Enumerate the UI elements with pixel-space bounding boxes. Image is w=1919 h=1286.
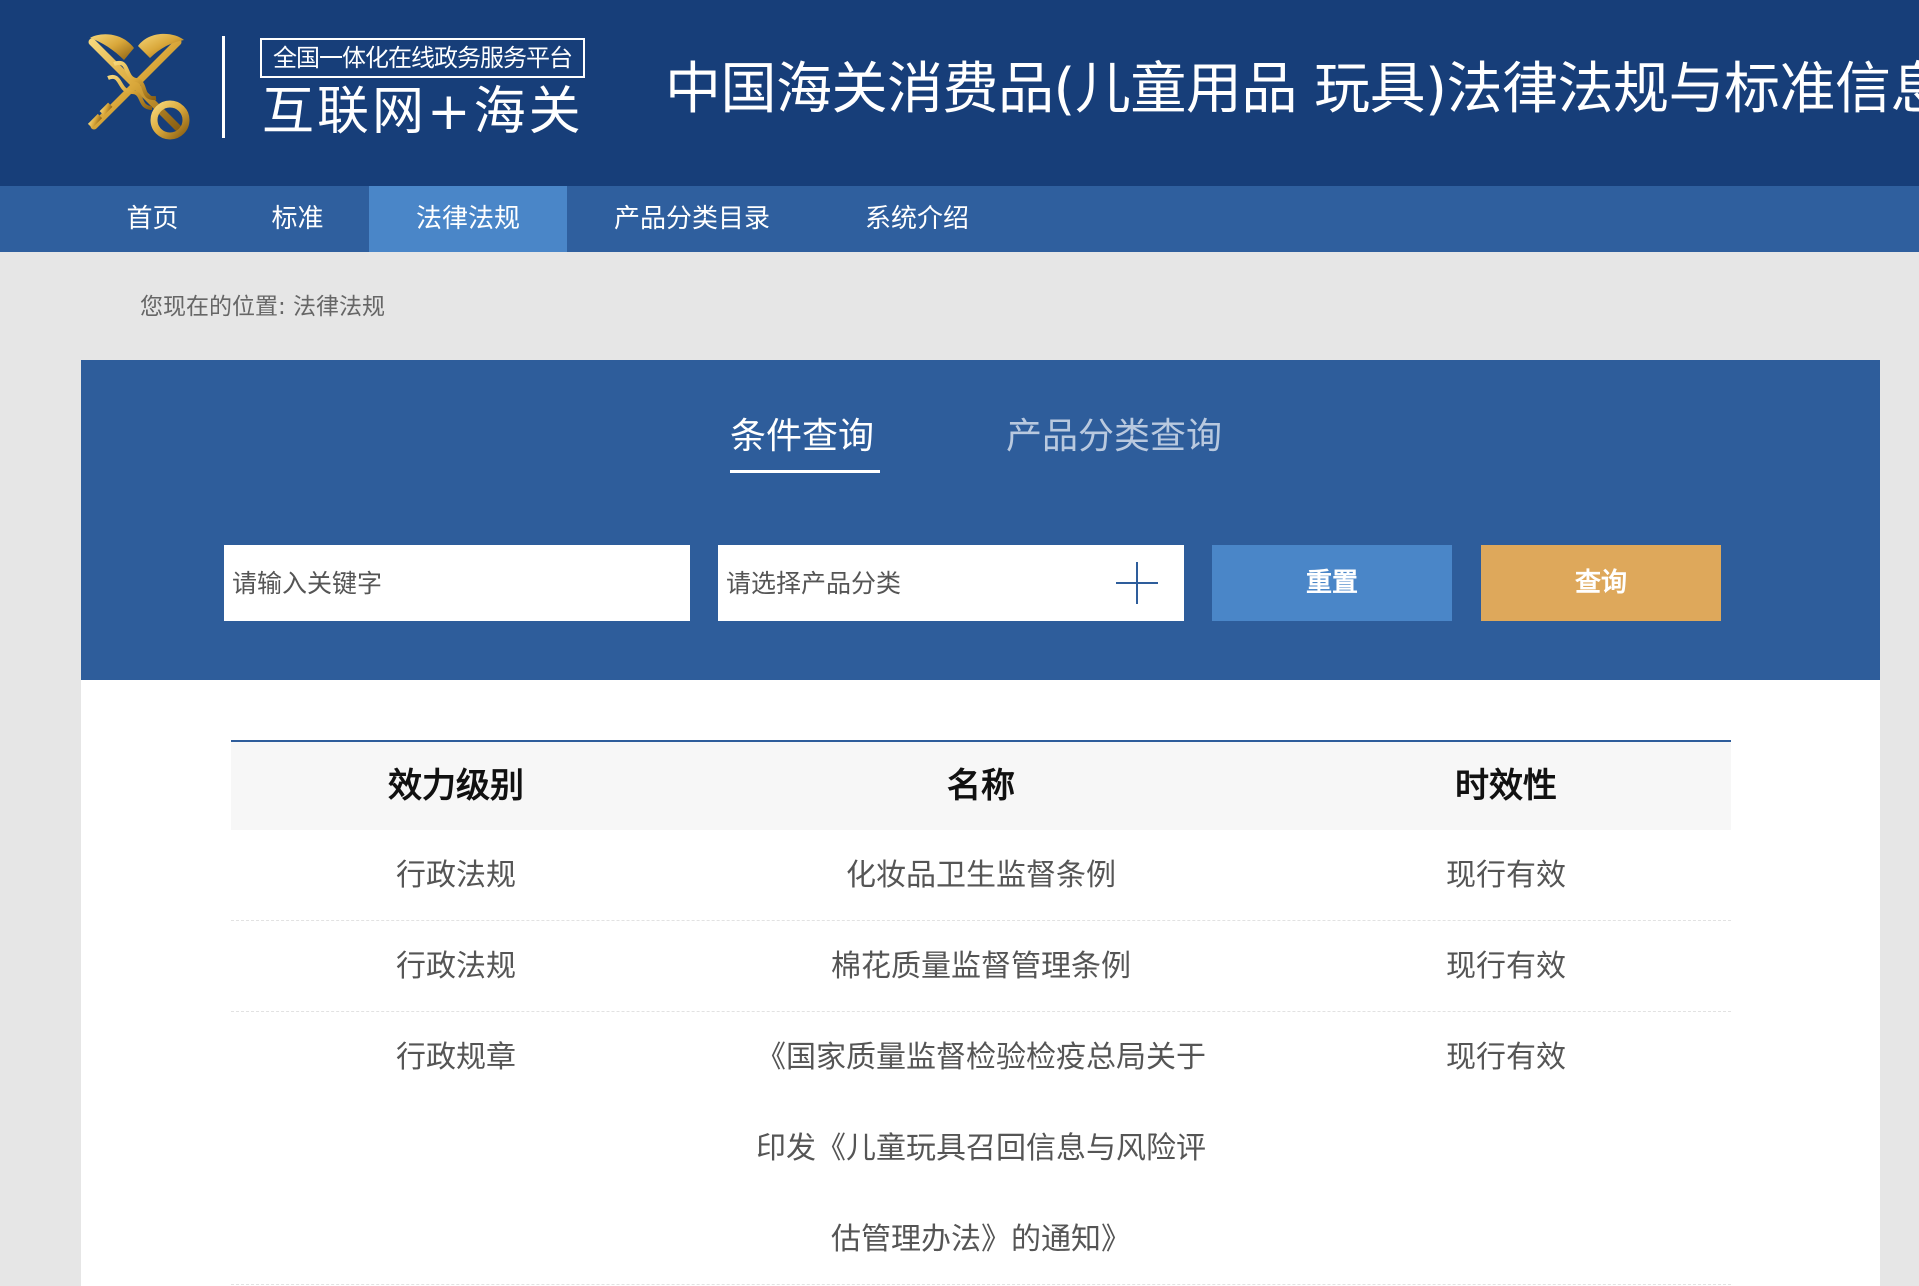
search-panel: 条件查询 产品分类查询 重置 查询 [81, 360, 1880, 680]
tab-condition-search[interactable]: 条件查询 [730, 412, 874, 462]
results-area: 效力级别 名称 时效性 行政法规 化妆品卫生监督条例 现行有效 行政法规 棉花质… [81, 680, 1880, 1286]
keyword-field [224, 545, 690, 621]
table-row[interactable]: 行政法规 化妆品卫生监督条例 现行有效 [231, 830, 1731, 921]
header-divider [222, 36, 225, 138]
row-status: 现行有效 [1446, 1040, 1566, 1075]
table-header: 效力级别 名称 时效性 [231, 740, 1731, 830]
site-title: 中国海关消费品(儿童用品 玩具)法律法规与标准信息 [665, 57, 1919, 122]
platform-subtitle: 互联网+海关 [262, 82, 584, 142]
row-level: 行政规章 [396, 1040, 516, 1075]
table-row[interactable]: 行政规章 《国家质量监督检验检疫总局关于印发《儿童玩具召回信息与风险评估管理办法… [231, 1012, 1731, 1285]
row-name-link[interactable]: 《国家质量监督检验检疫总局关于印发《儿童玩具召回信息与风险评估管理办法》的通知》 [681, 1012, 1281, 1285]
column-header-level: 效力级别 [388, 766, 524, 806]
active-tab-underline [730, 470, 880, 473]
row-status: 现行有效 [1446, 858, 1566, 893]
row-status: 现行有效 [1446, 949, 1566, 984]
row-level: 行政法规 [396, 949, 516, 984]
breadcrumb: 您现在的位置: 法律法规 [140, 294, 386, 320]
row-level: 行政法规 [396, 858, 516, 893]
category-input[interactable] [718, 545, 1184, 621]
tab-product-category-search[interactable]: 产品分类查询 [1006, 412, 1222, 462]
nav-item-laws[interactable]: 法律法规 [369, 186, 567, 252]
category-field [718, 545, 1184, 621]
platform-name: 全国一体化在线政务服务平台 [260, 38, 585, 78]
nav-item-standards[interactable]: 标准 [240, 186, 355, 252]
nav-item-system-intro[interactable]: 系统介绍 [842, 186, 992, 252]
column-header-status: 时效性 [1455, 766, 1557, 806]
results-table: 效力级别 名称 时效性 行政法规 化妆品卫生监督条例 现行有效 行政法规 棉花质… [231, 740, 1731, 1285]
column-header-name: 名称 [947, 766, 1015, 806]
nav-item-product-catalog[interactable]: 产品分类目录 [592, 186, 792, 252]
row-name-link[interactable]: 化妆品卫生监督条例 [681, 830, 1281, 921]
query-button[interactable]: 查询 [1481, 545, 1721, 621]
reset-button[interactable]: 重置 [1212, 545, 1452, 621]
nav-item-home[interactable]: 首页 [95, 186, 210, 252]
table-row[interactable]: 行政法规 棉花质量监督管理条例 现行有效 [231, 921, 1731, 1012]
main-nav: 首页 标准 法律法规 产品分类目录 系统介绍 [0, 186, 1919, 252]
row-name-link[interactable]: 棉花质量监督管理条例 [681, 921, 1281, 1012]
customs-emblem-icon [87, 33, 190, 140]
keyword-input[interactable] [224, 545, 690, 621]
site-header: 全国一体化在线政务服务平台 互联网+海关 中国海关消费品(儿童用品 玩具)法律法… [0, 0, 1919, 186]
plus-icon[interactable] [1116, 562, 1158, 604]
